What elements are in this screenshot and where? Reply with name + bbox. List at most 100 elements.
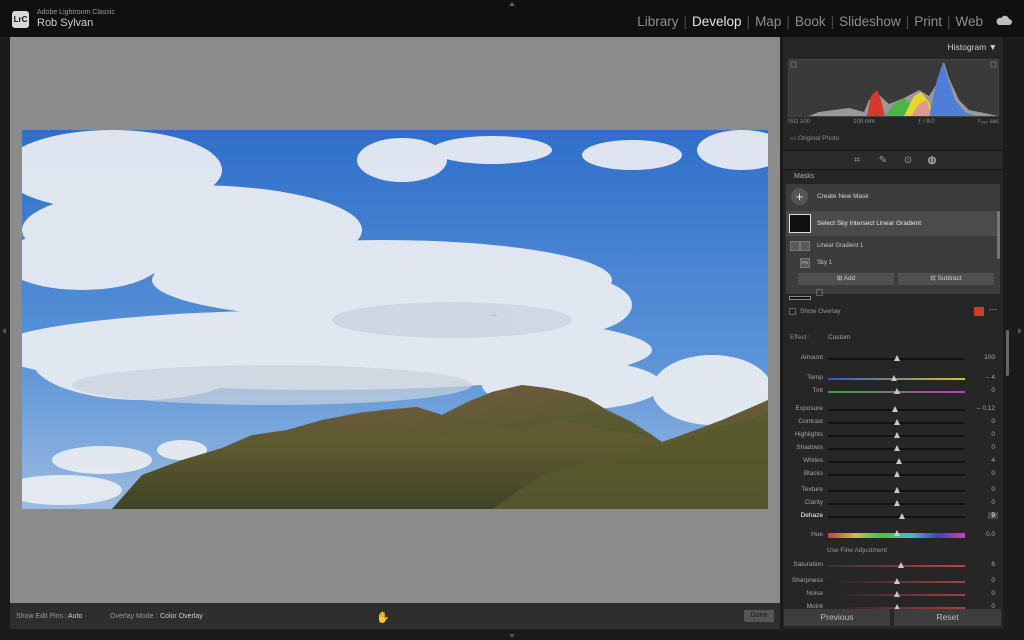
histogram-graph[interactable]: [788, 59, 999, 117]
temp-value[interactable]: – 4: [986, 374, 995, 381]
highlights-slider[interactable]: [828, 432, 965, 438]
dehaze-slider[interactable]: [828, 513, 965, 519]
exposure-value[interactable]: – 0.12: [977, 405, 995, 412]
masks-header[interactable]: Masks: [783, 173, 1003, 183]
component-visibility-icon[interactable]: [790, 241, 800, 251]
add-button[interactable]: ⊞ Add: [798, 273, 894, 285]
collapse-left-panel-arrow-icon[interactable]: [2, 328, 6, 334]
texture-slider-row: Texture 0: [783, 484, 1003, 496]
amount-slider[interactable]: [828, 355, 965, 361]
tint-value[interactable]: 0: [991, 387, 995, 394]
red-eye-icon[interactable]: ⊙: [902, 155, 914, 167]
shadows-value[interactable]: 0: [991, 444, 995, 451]
component-name: Sky 1: [817, 260, 833, 266]
panel-scrollbar[interactable]: [1006, 330, 1009, 376]
healing-icon[interactable]: ✎: [877, 155, 889, 167]
temp-slider-thumb[interactable]: [890, 375, 897, 381]
effect-label: Effect :: [790, 334, 811, 341]
more-options-icon[interactable]: ⋯: [989, 305, 997, 314]
blacks-slider[interactable]: [828, 471, 965, 477]
module-web[interactable]: Web: [954, 14, 984, 29]
saturation-slider-row: Saturation 6: [783, 559, 1003, 571]
dehaze-slider-thumb[interactable]: [898, 513, 905, 519]
saturation-slider-thumb[interactable]: [897, 562, 904, 568]
overlay-color-swatch[interactable]: [974, 307, 984, 316]
app-name: Adobe Lightroom Classic: [37, 9, 115, 16]
show-overlay-checkbox[interactable]: [789, 308, 796, 315]
original-photo-toggle[interactable]: ▭ Original Photo: [790, 134, 839, 142]
whites-value[interactable]: 4: [991, 457, 995, 464]
module-develop[interactable]: Develop: [691, 14, 743, 29]
contrast-slider[interactable]: [828, 419, 965, 425]
masking-icon[interactable]: ◍: [926, 155, 938, 167]
mask-component-row[interactable]: Linear Gradient 1: [786, 239, 1000, 254]
module-library[interactable]: Library: [636, 14, 679, 29]
collapse-filmstrip-arrow-icon[interactable]: [509, 634, 515, 638]
edit-pins-dropdown[interactable]: Auto: [68, 613, 82, 620]
shadows-slider[interactable]: [828, 445, 965, 451]
clarity-slider[interactable]: [828, 500, 965, 506]
mask-component-row[interactable]: PG Sky 1: [786, 256, 1000, 271]
clarity-slider-thumb[interactable]: [893, 500, 900, 506]
done-button[interactable]: Done: [744, 610, 774, 622]
histogram-header[interactable]: Histogram ▼: [783, 37, 1003, 55]
amount-value[interactable]: 100: [984, 354, 995, 361]
exposure-slider-thumb[interactable]: [892, 406, 899, 412]
mask-item[interactable]: Select Sky Intersect Linear Gradient: [786, 211, 1000, 236]
create-new-mask-row[interactable]: + Create New Mask: [786, 184, 1000, 209]
collapse-top-panel-arrow-icon[interactable]: [509, 2, 515, 6]
sharpness-value[interactable]: 0: [991, 577, 995, 584]
exposure-slider[interactable]: [828, 406, 965, 412]
mask-thumbnail[interactable]: [789, 296, 811, 300]
add-mask-icon[interactable]: +: [791, 188, 808, 205]
whites-slider-thumb[interactable]: [896, 458, 903, 464]
texture-slider[interactable]: [828, 487, 965, 493]
saturation-label: Saturation: [793, 561, 823, 568]
blacks-slider-thumb[interactable]: [893, 471, 900, 477]
collapse-right-panel-arrow-icon[interactable]: [1018, 328, 1022, 334]
tint-slider[interactable]: [828, 388, 965, 394]
noise-slider[interactable]: [828, 591, 965, 597]
saturation-slider[interactable]: [828, 562, 965, 568]
hue-value[interactable]: 0.0: [986, 531, 995, 538]
overlay-mode-dropdown[interactable]: Color Overlay: [160, 613, 203, 620]
effect-preset-dropdown[interactable]: Custom: [828, 334, 850, 341]
reset-button[interactable]: Reset: [894, 609, 1001, 626]
image-canvas[interactable]: [10, 37, 780, 603]
module-separator: |: [830, 14, 835, 29]
amount-slider-thumb[interactable]: [893, 355, 900, 361]
clarity-value[interactable]: 0: [991, 499, 995, 506]
blacks-value[interactable]: 0: [991, 470, 995, 477]
texture-slider-thumb[interactable]: [893, 487, 900, 493]
module-print[interactable]: Print: [913, 14, 943, 29]
sharpness-slider-thumb[interactable]: [893, 578, 900, 584]
contrast-slider-thumb[interactable]: [893, 419, 900, 425]
cloud-icon[interactable]: [996, 15, 1012, 25]
photo-preview[interactable]: [22, 130, 768, 509]
fine-adjustment-checkbox[interactable]: [816, 289, 823, 296]
texture-value[interactable]: 0: [991, 486, 995, 493]
temp-slider[interactable]: [828, 375, 965, 381]
contrast-value[interactable]: 0: [991, 418, 995, 425]
crop-icon[interactable]: ⌗: [851, 155, 863, 167]
saturation-value[interactable]: 6: [991, 561, 995, 568]
hue-slider[interactable]: [828, 530, 965, 538]
module-slideshow[interactable]: Slideshow: [838, 14, 902, 29]
shadows-slider-thumb[interactable]: [893, 445, 900, 451]
histogram-collapse-icon[interactable]: ▼: [989, 42, 997, 52]
previous-button[interactable]: Previous: [784, 609, 890, 626]
dehaze-value[interactable]: 9: [988, 512, 998, 519]
module-book[interactable]: Book: [794, 14, 827, 29]
tint-slider-thumb[interactable]: [893, 388, 900, 394]
highlights-slider-thumb[interactable]: [893, 432, 900, 438]
noise-value[interactable]: 0: [991, 590, 995, 597]
add-label: Add: [843, 275, 856, 282]
module-map[interactable]: Map: [754, 14, 782, 29]
mask-list-scrollbar[interactable]: [997, 211, 1000, 259]
noise-slider-thumb[interactable]: [893, 591, 900, 597]
highlights-value[interactable]: 0: [991, 431, 995, 438]
sharpness-slider[interactable]: [828, 578, 965, 584]
whites-slider[interactable]: [828, 458, 965, 464]
subtract-button[interactable]: ⊟ Subtract: [898, 273, 994, 285]
hue-slider-thumb[interactable]: [893, 530, 900, 536]
